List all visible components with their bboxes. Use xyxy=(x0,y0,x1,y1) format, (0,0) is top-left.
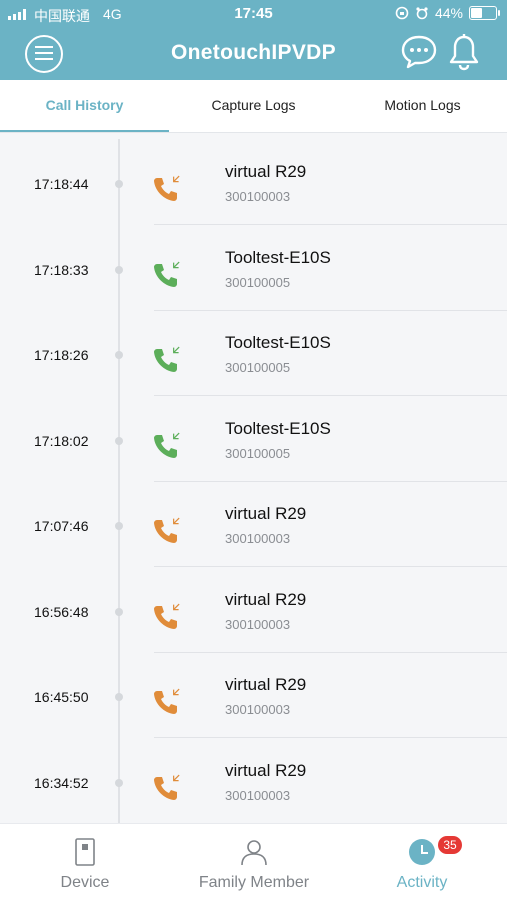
incoming-call-icon xyxy=(154,517,180,543)
caller-id: 300100003 xyxy=(225,616,291,632)
rotation-lock-icon xyxy=(395,6,409,20)
top-bar: 中国联通 4G 17:45 44% OnetouchIPVDP xyxy=(0,0,507,80)
timeline-dot xyxy=(115,351,123,359)
call-time: 17:07:46 xyxy=(34,518,89,534)
call-row[interactable]: 16:45:50 virtual R29 300100003 xyxy=(0,652,507,738)
caller-id: 300100003 xyxy=(225,189,291,204)
timeline-dot xyxy=(115,778,123,787)
caller-id: 300100003 xyxy=(225,702,291,717)
timeline-dot xyxy=(115,180,123,188)
caller-id: 300100005 xyxy=(225,274,291,290)
status-right: 44% xyxy=(395,5,500,21)
status-bar: 中国联通 4G 17:45 44% xyxy=(0,0,507,28)
caller-name: virtual R29 xyxy=(225,760,307,780)
call-time: 16:45:50 xyxy=(34,689,89,705)
incoming-call-icon xyxy=(154,175,180,201)
caller-id: 300100005 xyxy=(225,360,291,375)
call-time: 17:18:26 xyxy=(34,347,89,363)
incoming-call-icon xyxy=(154,774,180,800)
clock-icon xyxy=(409,839,435,865)
timeline-dot xyxy=(115,607,123,616)
caller-id: 300100003 xyxy=(225,531,291,546)
call-time: 16:34:52 xyxy=(34,774,89,791)
caller-name: virtual R29 xyxy=(225,162,307,181)
battery-percent: 44% xyxy=(434,5,463,21)
alarm-icon xyxy=(416,7,428,20)
call-time: 17:18:33 xyxy=(34,261,89,278)
call-row[interactable]: 17:07:46 virtual R29 300100003 xyxy=(0,481,507,567)
timeline-dot xyxy=(115,522,123,530)
bell-icon[interactable] xyxy=(448,33,480,71)
active-tab-indicator xyxy=(0,130,169,132)
call-time: 16:56:48 xyxy=(34,603,89,620)
timeline-dot xyxy=(115,436,123,445)
caller-name: virtual R29 xyxy=(225,675,307,694)
tab-capture-logs[interactable]: Capture Logs xyxy=(169,80,338,132)
activity-badge: 35 xyxy=(438,836,462,854)
caller-name: virtual R29 xyxy=(225,589,307,609)
timeline-dot xyxy=(115,265,123,274)
caller-name: Tooltest-E10S xyxy=(225,333,331,352)
call-row[interactable]: 17:18:44 virtual R29 300100003 xyxy=(0,139,507,225)
battery-icon xyxy=(469,6,500,20)
caller-name: virtual R29 xyxy=(225,504,307,523)
incoming-call-icon xyxy=(154,432,180,458)
call-row[interactable]: 16:34:52 virtual R29 300100003 xyxy=(0,738,507,823)
caller-name: Tooltest-E10S xyxy=(225,247,331,267)
log-tabs: Call History Capture Logs Motion Logs xyxy=(0,80,507,133)
device-icon xyxy=(75,838,95,866)
incoming-call-icon xyxy=(154,261,180,287)
call-row[interactable]: 17:18:26 Tooltest-E10S 300100005 xyxy=(0,310,507,396)
nav-activity-label: Activity xyxy=(396,874,448,891)
bottom-tab-bar: Device Family Member Activity xyxy=(0,823,507,901)
caller-id: 300100003 xyxy=(225,787,291,803)
call-row[interactable]: 16:56:48 virtual R29 300100003 xyxy=(0,567,507,653)
call-row[interactable]: 17:18:33 Tooltest-E10S 300100005 xyxy=(0,225,507,311)
incoming-call-icon xyxy=(154,688,180,714)
person-icon xyxy=(241,840,267,866)
call-row[interactable]: 17:18:02 Tooltest-E10S 300100005 xyxy=(0,396,507,482)
caller-id: 300100005 xyxy=(225,445,291,461)
call-time: 17:18:44 xyxy=(34,176,89,192)
tab-call-history[interactable]: Call History xyxy=(0,80,169,132)
caller-name: Tooltest-E10S xyxy=(225,418,331,438)
incoming-call-icon xyxy=(154,346,180,372)
timeline-dot xyxy=(115,693,123,701)
call-history-list[interactable]: 17:18:44 virtual R29 300100003 17:18:33 Tool… xyxy=(0,133,507,823)
tab-motion-logs[interactable]: Motion Logs xyxy=(338,80,507,132)
call-time: 17:18:02 xyxy=(34,432,89,449)
incoming-call-icon xyxy=(154,603,180,629)
message-icon[interactable] xyxy=(400,34,438,70)
